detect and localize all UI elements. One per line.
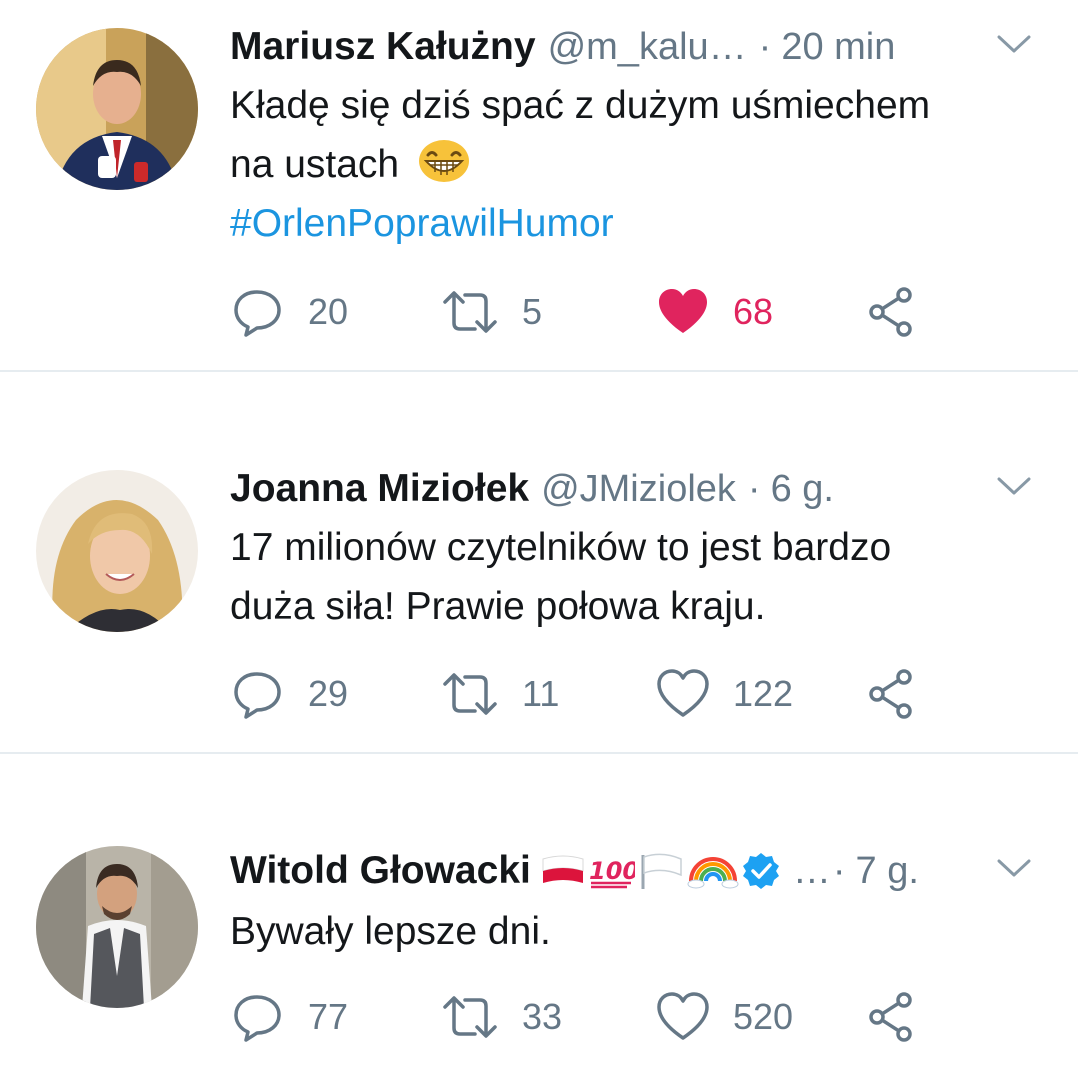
svg-text:100: 100 [589,857,635,885]
like-button[interactable]: 68 [657,287,773,337]
author-name[interactable]: Witold Głowacki [230,849,531,893]
reply-button[interactable]: 77 [232,992,348,1042]
retweet-count: 11 [522,673,560,714]
tweet-time[interactable]: 6 g. [771,468,834,511]
heart-icon [659,289,707,333]
like-button[interactable]: 122 [657,669,793,719]
chevron-down-icon[interactable] [996,32,1032,56]
share-icon [869,287,912,337]
share-button[interactable] [867,287,915,337]
reply-icon [234,672,281,719]
avatar[interactable] [36,28,198,190]
tweet-actions: 77 33 520 [232,992,932,1042]
share-icon [869,992,912,1042]
tweet-text: 17 milionów czytelników to jest bardzo d… [230,518,1038,636]
like-button[interactable]: 520 [657,992,793,1042]
retweet-button[interactable]: 5 [442,287,542,337]
meta-separator: · [832,849,846,892]
author-handle[interactable]: @m_kalu… [548,26,747,69]
tweet-text-line: Bywały lepsze dni. [230,910,551,953]
retweet-icon [443,996,497,1038]
name-badges: 100 [541,851,781,891]
like-count: 122 [733,673,794,714]
reply-button[interactable]: 29 [232,669,348,719]
tweet-2[interactable]: Joanna Miziołek @JMiziolek · 6 g. 17 mil… [0,372,1078,752]
author-handle[interactable]: @JMiziolek [541,468,736,511]
avatar-image [36,28,198,190]
retweet-icon [443,291,497,333]
reply-count: 77 [308,996,349,1037]
share-button[interactable] [867,669,915,719]
chevron-down-icon[interactable] [996,856,1032,880]
retweet-button[interactable]: 33 [442,992,562,1042]
tweet-text-line: duża siła! Prawie połowa kraju. [230,585,766,628]
reply-icon [234,290,281,337]
author-handle[interactable]: … [793,850,831,893]
hashtag-link[interactable]: #OrlenPoprawilHumor [230,194,1038,253]
tweet-3[interactable]: Witold Głowacki 100 … · 7 g. Bywały leps… [0,754,1078,1070]
reply-button[interactable]: 20 [232,287,348,337]
tweet-text-line: na ustach [230,143,400,186]
reply-icon [234,995,281,1042]
heart-icon [657,669,709,717]
tweet-text-line: 17 milionów czytelników to jest bardzo [230,526,892,569]
tweet-actions: 29 11 122 [232,669,932,719]
meta-separator: · [747,467,761,510]
retweet-icon [443,673,497,715]
tweet-text-line-with-emoji: na ustach [230,135,1038,194]
like-count: 520 [733,996,794,1037]
avatar[interactable] [36,846,198,1008]
rainbow-emoji [687,857,739,889]
reply-count: 29 [308,673,349,714]
poland-flag-emoji [542,855,584,883]
hundred-points-emoji: 100 [589,857,635,889]
tweet-header: Mariusz Kałużny @m_kalu… · 20 min [230,22,1038,72]
meta-separator: · [758,25,772,68]
avatar[interactable] [36,470,198,632]
tweet-header: Witold Głowacki 100 … · 7 g. [230,846,1038,896]
share-button[interactable] [867,992,915,1042]
avatar-image [36,846,198,1008]
tweet-header: Joanna Miziołek @JMiziolek · 6 g. [230,464,1038,514]
tweet-time[interactable]: 7 g. [856,850,919,893]
white-flag-emoji [641,853,682,889]
tweet-text: Bywały lepsze dni. [230,902,1038,961]
tweet-text: Kładę się dziś spać z dużym uśmiechem na… [230,76,1038,253]
verified-badge-icon [742,853,779,889]
author-name[interactable]: Joanna Miziołek [230,467,529,511]
tweet-time[interactable]: 20 min [781,26,895,69]
tweet-actions: 20 5 68 [232,287,932,337]
tweet-text-line: Kładę się dziś spać z dużym uśmiechem [230,84,931,127]
author-name[interactable]: Mariusz Kałużny [230,25,536,69]
grinning-face-emoji [418,140,469,182]
retweet-count: 33 [522,996,563,1037]
heart-icon [657,992,709,1040]
share-icon [869,669,912,719]
reply-count: 20 [308,291,349,332]
avatar-image [36,470,198,632]
retweet-button[interactable]: 11 [442,669,559,719]
retweet-count: 5 [522,291,543,332]
tweet-1[interactable]: Mariusz Kałużny @m_kalu… · 20 min Kładę … [0,0,1078,370]
like-count: 68 [733,291,774,332]
chevron-down-icon[interactable] [996,474,1032,498]
